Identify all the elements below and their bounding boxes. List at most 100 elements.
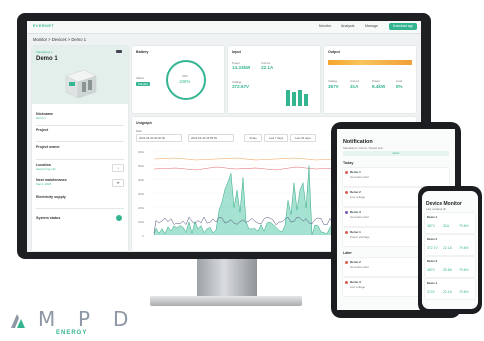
input-panel: Input Power 14.33kW Current 22.1A Voltag…: [228, 46, 320, 113]
monitor-stand-neck: [197, 259, 257, 301]
device-card[interactable]: Demo 1 387V 31A 79.6%: [425, 213, 475, 233]
brand-subtitle: ENERGY: [56, 330, 88, 336]
monitor-stand-base: [150, 296, 302, 306]
section-today: Today: [343, 161, 354, 165]
notification-title: Notification: [343, 139, 373, 145]
y-tick: 300k: [138, 192, 145, 196]
wrench-icon[interactable]: ⚒: [112, 179, 124, 187]
nav-monitor[interactable]: Monitor: [319, 24, 331, 28]
output-load-value: 5%: [396, 84, 403, 89]
location-pin-icon[interactable]: ⌖: [112, 164, 124, 172]
battery-title: Battery: [136, 50, 149, 54]
device-card-percent: 79.6%: [459, 268, 469, 272]
device-card[interactable]: Demo 2 372.7V 22.1A 79.6%: [425, 235, 475, 255]
item-device: Demo 3: [350, 280, 361, 284]
alert-dot-icon: [345, 231, 348, 234]
device-card-current: 22.1A: [443, 246, 452, 250]
field-next-maintenance: Next maintenance Sep 4, 2023: [36, 178, 67, 186]
field-location: Location Hong Kong, HK: [36, 163, 55, 171]
output-power-label: Power: [372, 79, 380, 83]
device-panel: Standalone 1 Demo 1 Nickname Demo 1 Proj…: [32, 46, 128, 251]
device-container-icon: [65, 69, 97, 99]
brand-letter-m: M: [38, 307, 56, 331]
input-bar: [286, 90, 290, 106]
device-card-percent: 79.6%: [459, 224, 469, 228]
device-card-percent: 79.6%: [459, 246, 469, 250]
y-tick: 400k: [138, 178, 145, 182]
battery-status-label: Status: [136, 76, 144, 80]
y-tick-labels: 600k 500k 400k 300k 200k 100k 0: [138, 150, 145, 238]
device-card-current: 25.8A: [443, 268, 452, 272]
item-text: Generator Alert: [350, 215, 369, 219]
item-text: Power shortage: [350, 235, 370, 239]
item-device: Demo 2: [350, 260, 361, 264]
field-project-owner: Project owner: [36, 145, 60, 149]
device-name: Demo 1: [36, 56, 58, 62]
output-voltage-value: 387V: [328, 84, 339, 89]
field-project: Project: [36, 128, 49, 132]
output-panel: Output Voltage 387V Current 31A Power 8.…: [324, 46, 416, 113]
device-card-name: Demo 4: [427, 281, 438, 285]
battery-panel: Battery Status Standby SOC 100%: [132, 46, 224, 113]
input-power-value: 14.33kW: [232, 65, 251, 70]
device-card[interactable]: Demo 4 372V 22.1A 79.6%: [425, 279, 475, 299]
unigraph-title: Unigraph: [136, 121, 152, 125]
output-title: Output: [328, 50, 340, 54]
alert-dot-icon: [345, 261, 348, 264]
y-tick: 100k: [138, 220, 145, 224]
device-card-name: Demo 2: [427, 237, 438, 241]
device-card[interactable]: Demo 3 387V 25.8A 79.6%: [425, 257, 475, 277]
output-load-bar: [328, 60, 412, 65]
last-30-days-button[interactable]: Last 30 days: [290, 134, 316, 142]
date-to-input[interactable]: 2023-06-30 23:59:59: [188, 134, 234, 142]
item-device: Demo 1: [350, 230, 361, 234]
input-bar: [292, 92, 296, 106]
input-title: Input: [232, 50, 241, 54]
field-system-status: System status: [36, 216, 61, 220]
device-card-name: Demo 3: [427, 259, 438, 263]
item-device: Demo 3: [350, 210, 361, 214]
output-current-value: 31A: [350, 84, 359, 89]
input-current-value: 22.1A: [261, 65, 274, 70]
breadcrumb[interactable]: Monitor > Devices > Demo 1: [33, 37, 86, 42]
item-text: Generator Alert: [350, 265, 369, 269]
input-bar: [304, 94, 308, 106]
device-card-current: 22.1A: [443, 290, 452, 294]
top-navigation-bar: EVERNET Monitor Analysis Manage Download…: [27, 21, 421, 34]
device-tag: Standalone 1: [36, 50, 53, 54]
alert-dot-icon: [345, 211, 348, 214]
battery-status-badge: Standby: [136, 82, 151, 86]
last-7-days-button[interactable]: Last 7 days: [264, 134, 288, 142]
phone-subtitle: Last updated 2h: [426, 207, 447, 211]
device-card-percent: 79.6%: [459, 290, 469, 294]
device-card-voltage: 387V: [427, 224, 435, 228]
alert-dot-icon: [345, 171, 348, 174]
divider: [36, 208, 124, 209]
divider: [36, 125, 124, 126]
notification-item[interactable]: Demo 1 Generator Alert: [343, 168, 449, 186]
y-tick: 0: [142, 234, 144, 238]
item-text: Low voltage: [350, 285, 365, 289]
phone-screen: Device Monitor Last updated 2h Demo 1 38…: [422, 191, 478, 309]
item-device: Demo 2: [350, 190, 361, 194]
field-electricity-supply: Electricity supply: [36, 195, 66, 199]
input-bar: [298, 90, 302, 106]
device-card-voltage: 372.7V: [427, 246, 438, 250]
app-logo[interactable]: EVERNET: [33, 24, 54, 28]
nav-manage[interactable]: Manage: [365, 24, 378, 28]
download-app-button[interactable]: Download app: [389, 23, 417, 30]
alert-dot-icon: [345, 191, 348, 194]
battery-mini-icon: [116, 50, 122, 53]
tab-alerts[interactable]: Alerts: [343, 151, 449, 156]
y-tick: 200k: [138, 206, 145, 210]
today-button[interactable]: Today: [244, 134, 262, 142]
device-card-name: Demo 1: [427, 215, 438, 219]
output-voltage-label: Voltage: [328, 79, 338, 83]
nav-analysis[interactable]: Analysis: [341, 24, 354, 28]
input-voltage-value: 372.67V: [232, 84, 250, 89]
status-ok-icon: [116, 215, 122, 221]
y-tick: 500k: [138, 164, 145, 168]
date-from-input[interactable]: 2023-06-30 00:00:00: [136, 134, 182, 142]
output-current-label: Current: [350, 79, 360, 83]
item-device: Demo 1: [350, 170, 361, 174]
